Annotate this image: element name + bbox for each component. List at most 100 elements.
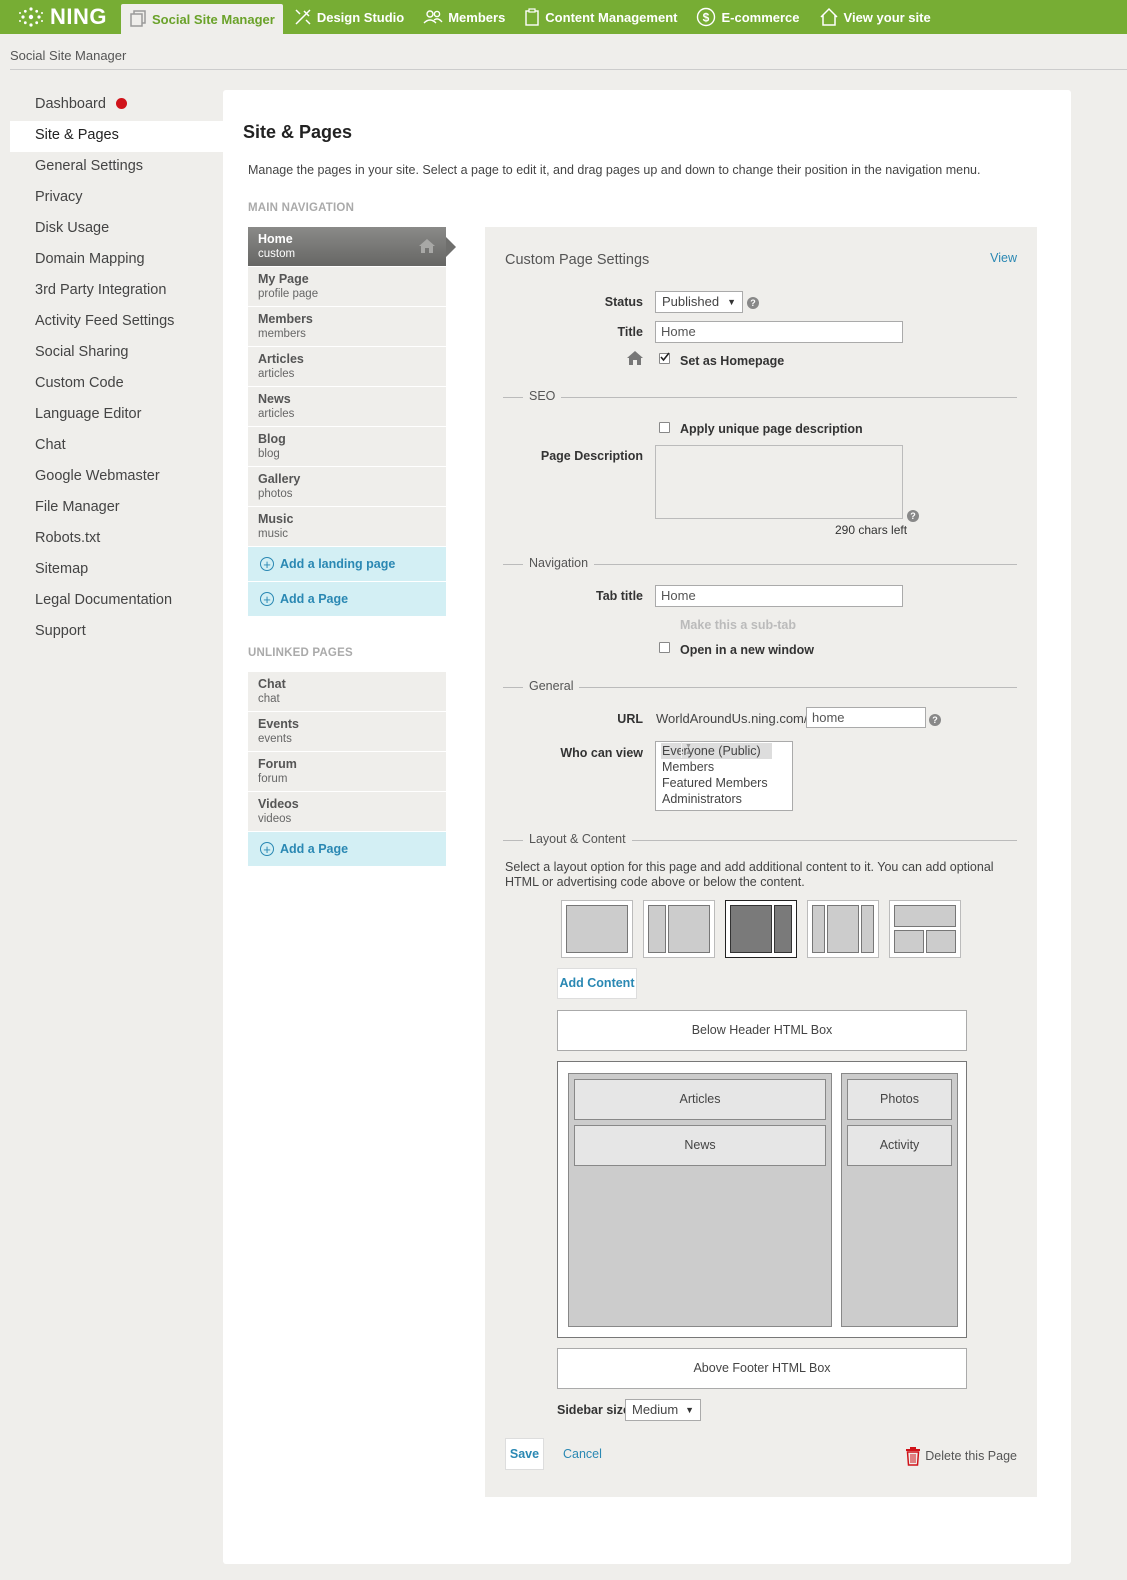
tab-social-site-manager[interactable]: Social Site Manager <box>121 4 283 34</box>
sidebar-item-privacy[interactable]: Privacy <box>10 183 223 214</box>
articles-module[interactable]: Articles <box>574 1079 826 1120</box>
layout-block <box>730 905 772 953</box>
tab-view-your-site[interactable]: View your site <box>811 0 939 34</box>
page-item-home[interactable]: Home custom <box>248 227 456 267</box>
sidebar-item-language-editor[interactable]: Language Editor <box>10 400 223 431</box>
activity-module[interactable]: Activity <box>847 1125 952 1166</box>
sidebar-item-sitemap[interactable]: Sitemap <box>10 555 223 586</box>
sidebar-item-social-sharing[interactable]: Social Sharing <box>10 338 223 369</box>
page-intro: Manage the pages in your site. Select a … <box>248 163 981 177</box>
help-icon[interactable]: ? <box>907 510 919 522</box>
page-type: forum <box>258 773 288 785</box>
page-item-forum[interactable]: Forum forum <box>248 752 446 792</box>
title-label: Title <box>617 325 643 339</box>
svg-text:$: $ <box>703 11 710 25</box>
sidebar-item-3rd-party-integration[interactable]: 3rd Party Integration <box>10 276 223 307</box>
tab-title-input[interactable]: Home <box>655 585 903 607</box>
sidebar-item-disk-usage[interactable]: Disk Usage <box>10 214 223 245</box>
layout-option-single-column[interactable] <box>561 900 633 958</box>
cancel-link[interactable]: Cancel <box>563 1447 602 1461</box>
page-item-news[interactable]: News articles <box>248 387 446 427</box>
main-navigation-heading: MAIN NAVIGATION <box>248 202 355 214</box>
tab-e-commerce[interactable]: $ E-commerce <box>688 0 807 34</box>
general-heading: General <box>523 679 580 693</box>
page-item-chat[interactable]: Chat chat <box>248 672 446 712</box>
photos-module[interactable]: Photos <box>847 1079 952 1120</box>
sidebar-item-file-manager[interactable]: File Manager <box>10 493 223 524</box>
add-page-label: Add a Page <box>280 842 349 856</box>
sidebar-size-select[interactable]: Medium ▼ <box>625 1399 701 1421</box>
set-homepage-checkbox[interactable] <box>659 352 670 364</box>
scroll-down-icon[interactable]: ▼ <box>685 739 692 755</box>
save-button[interactable]: Save <box>505 1438 544 1470</box>
page-item-events[interactable]: Events events <box>248 712 446 752</box>
add-page-button-unlinked[interactable]: + Add a Page <box>248 832 446 867</box>
sidebar-item-site-pages[interactable]: Site & Pages <box>10 121 223 152</box>
layout-option-header-split[interactable] <box>889 900 961 958</box>
plus-circle-icon: + <box>260 557 274 571</box>
open-new-window-checkbox[interactable] <box>659 642 670 653</box>
help-icon[interactable]: ? <box>747 297 759 309</box>
layout-block <box>648 905 666 953</box>
custom-page-settings-panel: Custom Page Settings View Status Publish… <box>485 227 1037 1497</box>
add-content-button[interactable]: Add Content <box>557 968 637 999</box>
notification-dot <box>115 98 127 109</box>
title-input[interactable]: Home <box>655 321 903 343</box>
sidebar-item-robots-txt[interactable]: Robots.txt <box>10 524 223 555</box>
sidebar-item-custom-code[interactable]: Custom Code <box>10 369 223 400</box>
sidebar-item-domain-mapping[interactable]: Domain Mapping <box>10 245 223 276</box>
delete-page-button[interactable]: Delete this Page <box>905 1446 1017 1466</box>
sidebar-item-label: Disk Usage <box>35 220 110 236</box>
help-icon[interactable]: ? <box>929 714 941 726</box>
page-item-gallery[interactable]: Gallery photos <box>248 467 446 507</box>
sub-tab-label: Make this a sub-tab <box>680 618 796 632</box>
sidebar-item-label: Dashboard <box>35 96 106 112</box>
tab-content-management[interactable]: Content Management <box>516 0 685 34</box>
layout-option-sidebar-right[interactable] <box>725 900 797 958</box>
who-can-view-option[interactable]: Members <box>661 759 772 775</box>
page-item-members[interactable]: Members members <box>248 307 446 347</box>
sidebar-item-label: Robots.txt <box>35 530 101 546</box>
layout-block <box>926 930 956 953</box>
layout-option-three-column[interactable] <box>807 900 879 958</box>
news-module[interactable]: News <box>574 1125 826 1166</box>
sidebar-item-support[interactable]: Support <box>10 617 223 648</box>
add-page-button[interactable]: + Add a Page <box>248 582 446 617</box>
sidebar-item-general-settings[interactable]: General Settings <box>10 152 223 183</box>
who-can-view-listbox[interactable]: Everyone (Public) Members Featured Membe… <box>655 741 793 811</box>
status-select[interactable]: Published ▼ <box>655 291 743 313</box>
sidebar-item-activity-feed-settings[interactable]: Activity Feed Settings <box>10 307 223 338</box>
page-type: members <box>258 328 306 340</box>
below-header-html-box[interactable]: Below Header HTML Box <box>557 1010 967 1051</box>
layout-block <box>812 905 825 953</box>
add-landing-page-button[interactable]: + Add a landing page <box>248 547 446 582</box>
url-input[interactable]: home <box>806 707 926 728</box>
page-description-textarea[interactable] <box>655 445 903 519</box>
layout-block <box>894 905 956 927</box>
ning-logo[interactable]: NING <box>18 4 107 30</box>
page-item-my-page[interactable]: My Page profile page <box>248 267 446 307</box>
who-can-view-option[interactable]: Administrators <box>661 791 772 807</box>
page-item-blog[interactable]: Blog blog <box>248 427 446 467</box>
sidebar-item-chat[interactable]: Chat <box>10 431 223 462</box>
tab-design-studio[interactable]: Design Studio <box>286 0 412 34</box>
layout-option-sidebar-left[interactable] <box>643 900 715 958</box>
sidebar-item-dashboard[interactable]: Dashboard <box>10 90 223 121</box>
tab-members[interactable]: Members <box>415 0 513 34</box>
unique-description-checkbox[interactable] <box>659 422 670 433</box>
page-item-music[interactable]: Music music <box>248 507 446 547</box>
view-link[interactable]: View <box>990 251 1017 265</box>
home-icon <box>627 351 643 365</box>
page-item-articles[interactable]: Articles articles <box>248 347 446 387</box>
page-item-videos[interactable]: Videos videos <box>248 792 446 832</box>
pages-icon <box>130 10 146 27</box>
above-footer-html-box[interactable]: Above Footer HTML Box <box>557 1348 967 1389</box>
who-can-view-option[interactable]: Featured Members <box>661 775 772 791</box>
page-name: Events <box>258 717 299 731</box>
sidebar-item-google-webmaster[interactable]: Google Webmaster <box>10 462 223 493</box>
page-type: events <box>258 733 292 745</box>
seo-divider <box>503 397 1017 398</box>
sidebar-size-label: Sidebar size: <box>557 1403 635 1417</box>
listbox-scrollbar[interactable]: ▲ ▼ <box>681 742 792 758</box>
sidebar-item-legal-documentation[interactable]: Legal Documentation <box>10 586 223 617</box>
